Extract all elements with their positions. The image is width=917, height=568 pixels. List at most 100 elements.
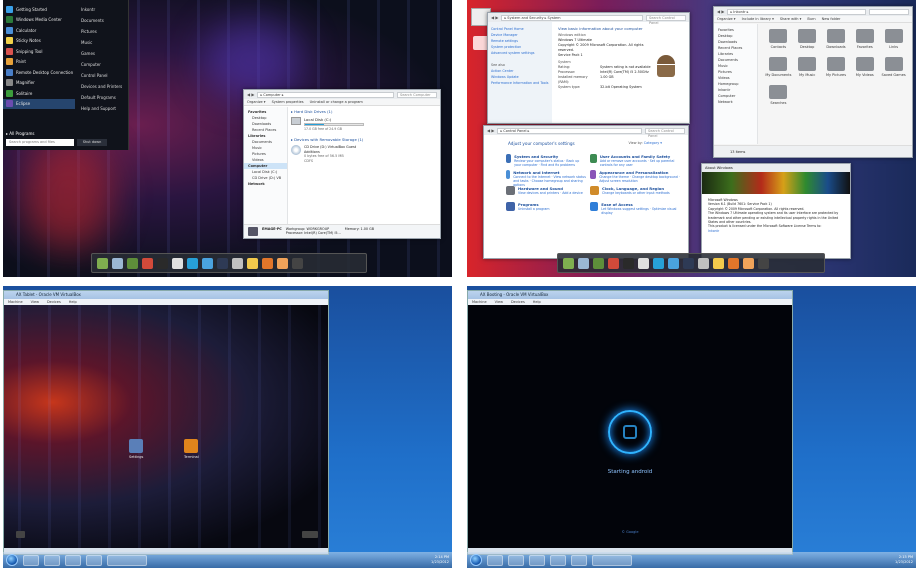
- back-icon[interactable]: ◀ ▶: [487, 128, 494, 133]
- dock-app-icon[interactable]: [127, 257, 138, 269]
- start-menu-program[interactable]: Remote Desktop Connection: [3, 67, 75, 78]
- cp-category[interactable]: Network and Internet Connect to the Inter…: [506, 170, 586, 187]
- dock-app-icon[interactable]: [157, 257, 168, 269]
- dock-app-icon[interactable]: [202, 257, 213, 269]
- toolbar-button[interactable]: Organize ▾: [717, 16, 736, 22]
- system-tray-clock[interactable]: 2:14 PM 1/23/2012: [431, 555, 449, 565]
- library-item[interactable]: My Pictures: [822, 57, 851, 77]
- category-links[interactable]: Review your computer's status · Back up …: [514, 159, 586, 167]
- dock-app-icon[interactable]: [262, 257, 273, 269]
- dock-app-icon[interactable]: [187, 257, 198, 269]
- toolbar-button[interactable]: Organize ▾: [247, 99, 266, 105]
- app-drawer-icon[interactable]: [302, 531, 318, 538]
- cp-category[interactable]: User Accounts and Family Safety Add or re…: [590, 154, 682, 170]
- dock-app-icon[interactable]: [292, 257, 303, 269]
- toolbar-button[interactable]: Uninstall or change a program: [310, 99, 363, 105]
- start-menu-program[interactable]: Solitaire: [3, 88, 75, 99]
- start-menu-place[interactable]: Games: [77, 48, 127, 59]
- dock-app-icon[interactable]: [653, 257, 664, 269]
- dock-app-icon[interactable]: [623, 257, 634, 269]
- library-item[interactable]: Links: [879, 29, 908, 49]
- dock-app-icon[interactable]: [142, 257, 153, 269]
- start-menu-program[interactable]: Magnifier: [3, 78, 75, 89]
- toolbar-button[interactable]: Burn: [807, 16, 815, 22]
- start-orb-icon[interactable]: [470, 554, 482, 566]
- library-item[interactable]: Saved Games: [879, 57, 908, 77]
- back-icon[interactable]: ◀ ▶: [491, 15, 498, 20]
- dock-app-icon[interactable]: [247, 257, 258, 269]
- vm-taskbar-button[interactable]: [592, 554, 632, 566]
- cp-category[interactable]: Hardware and Sound View devices and print…: [506, 186, 586, 202]
- library-item[interactable]: Downloads: [822, 29, 851, 49]
- dock-app-icon[interactable]: [743, 257, 754, 269]
- virtualbox-taskbar-icon[interactable]: [571, 554, 587, 566]
- library-item[interactable]: My Music: [793, 57, 822, 77]
- toolbar-button[interactable]: Share with ▾: [780, 16, 802, 22]
- dock-app-icon[interactable]: [608, 257, 619, 269]
- system-tray-clock[interactable]: 2:15 PM 1/23/2012: [895, 555, 913, 565]
- dock-app-icon[interactable]: [713, 257, 724, 269]
- dock-app-icon[interactable]: [728, 257, 739, 269]
- start-menu-place[interactable]: Music: [77, 37, 127, 48]
- library-item[interactable]: Searches: [764, 85, 793, 105]
- dock-app-icon[interactable]: [172, 257, 183, 269]
- cp-category[interactable]: Ease of Access Let Windows suggest settin…: [590, 202, 682, 218]
- dock-app-icon[interactable]: [232, 257, 243, 269]
- dock-app-icon[interactable]: [217, 257, 228, 269]
- start-menu-place[interactable]: Help and Support: [77, 103, 127, 114]
- start-menu-program[interactable]: Sticky Notes: [3, 36, 75, 47]
- category-links[interactable]: View devices and printers · Add a device: [518, 191, 583, 195]
- start-menu-place[interactable]: Documents: [77, 15, 127, 26]
- library-item[interactable]: My Documents: [764, 57, 793, 77]
- library-item[interactable]: My Videos: [850, 57, 879, 77]
- address-bar[interactable]: ▸ Inkontr ▸: [727, 8, 866, 15]
- start-orb-icon[interactable]: [6, 554, 18, 566]
- dock-app-icon[interactable]: [698, 257, 709, 269]
- all-programs-link[interactable]: ▸ All Programs: [6, 131, 34, 136]
- start-search-input[interactable]: Search programs and files: [6, 139, 74, 146]
- cp-category[interactable]: Appearance and Personalization Change the…: [590, 170, 682, 186]
- dock-app-icon[interactable]: [277, 257, 288, 269]
- search-input[interactable]: Search Control Panel: [646, 14, 686, 25]
- dock-app-icon[interactable]: [97, 257, 108, 269]
- cp-category[interactable]: System and Security Review your computer'…: [506, 154, 586, 170]
- start-menu-place[interactable]: Control Panel: [77, 70, 127, 81]
- ie-taskbar-icon[interactable]: [487, 554, 503, 566]
- start-menu-program[interactable]: Paint: [3, 57, 75, 68]
- start-menu-place[interactable]: Devices and Printers: [77, 81, 127, 92]
- cp-category[interactable]: Programs Uninstall a program: [506, 202, 586, 218]
- ie-taskbar-icon[interactable]: [23, 554, 39, 566]
- start-menu-place[interactable]: Default Programs: [77, 92, 127, 103]
- app-icon-settings[interactable]: Settings: [129, 439, 143, 459]
- explorer-taskbar-icon[interactable]: [44, 554, 60, 566]
- sidebar-link[interactable]: Advanced system settings: [491, 50, 549, 56]
- firefox-taskbar-icon[interactable]: [529, 554, 545, 566]
- start-menu-program[interactable]: Windows Media Center: [3, 15, 75, 26]
- search-input[interactable]: Search Control Panel: [645, 127, 685, 138]
- start-menu-place[interactable]: Pictures: [77, 26, 127, 37]
- toolbar-button[interactable]: Include in library ▾: [742, 16, 774, 22]
- nav-item[interactable]: Network: [714, 99, 757, 105]
- dock-app-icon[interactable]: [758, 257, 769, 269]
- start-menu-place[interactable]: Computer: [77, 59, 127, 70]
- search-input[interactable]: Search Computer: [397, 91, 437, 98]
- dock-app-icon[interactable]: [578, 257, 589, 269]
- start-menu-place[interactable]: Inkontr: [77, 4, 127, 15]
- dock-app-icon[interactable]: [668, 257, 679, 269]
- see-also-link[interactable]: Performance Information and Tools: [491, 80, 549, 86]
- address-bar[interactable]: ▸ Computer ▸: [257, 91, 394, 98]
- media-taskbar-icon[interactable]: [65, 554, 81, 566]
- toolbar-button[interactable]: System properties: [272, 99, 304, 105]
- back-icon[interactable]: ◀ ▶: [717, 9, 724, 14]
- start-menu-program[interactable]: Getting Started: [3, 4, 75, 15]
- search-input[interactable]: [869, 8, 909, 15]
- photoshop-taskbar-icon[interactable]: [550, 554, 566, 566]
- category-links[interactable]: Change keyboards or other input methods: [602, 191, 670, 195]
- back-icon[interactable]: ◀ ▶: [247, 92, 254, 97]
- virtualbox-taskbar-icon[interactable]: [86, 554, 102, 566]
- back-nav-icon[interactable]: [16, 531, 25, 538]
- category-links[interactable]: Change the theme · Change desktop backgr…: [599, 175, 682, 183]
- dock-app-icon[interactable]: [112, 257, 123, 269]
- app-icon-terminal[interactable]: Terminal: [184, 439, 199, 459]
- start-menu-program[interactable]: Eclipse: [3, 98, 75, 109]
